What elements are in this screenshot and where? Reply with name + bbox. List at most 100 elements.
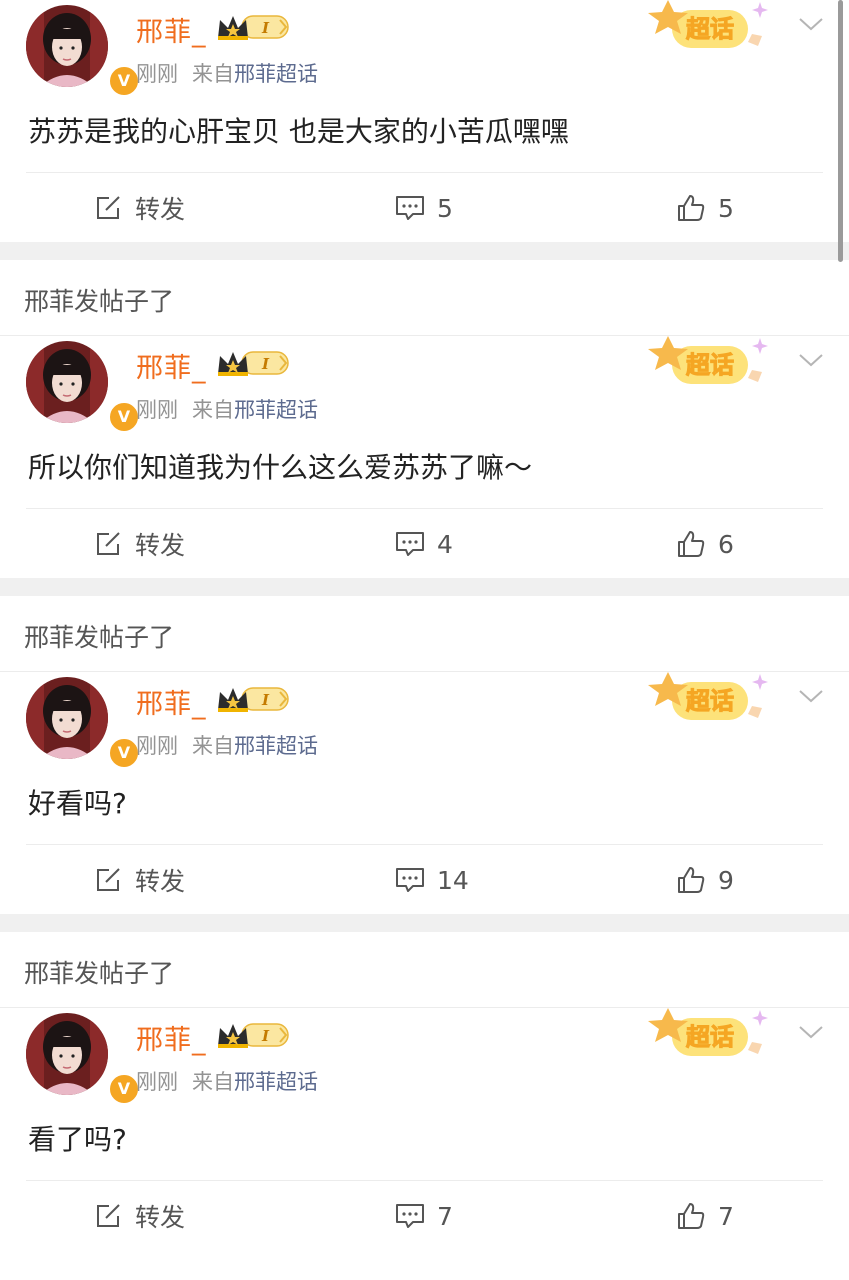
comment-count: 4 bbox=[437, 529, 453, 559]
like-count: 6 bbox=[718, 529, 734, 559]
action-bar: 转发 5 5 bbox=[0, 186, 849, 230]
section-gap bbox=[0, 578, 849, 596]
post-time: 刚刚 bbox=[136, 62, 178, 86]
repost-button[interactable]: 转发 bbox=[95, 1194, 185, 1238]
section-title: 邢菲发帖子了 bbox=[24, 623, 175, 652]
repost-button[interactable]: 转发 bbox=[95, 186, 185, 230]
from-label: 来自 bbox=[192, 62, 234, 86]
post-text[interactable]: 好看吗? bbox=[28, 782, 127, 822]
chaohua-badge-icon[interactable]: 超话 bbox=[648, 1008, 778, 1066]
chaohua-badge-icon[interactable]: 超话 bbox=[648, 0, 778, 58]
section-gap bbox=[0, 914, 849, 932]
chevron-down-icon[interactable] bbox=[798, 16, 824, 32]
action-bar: 转发 4 6 bbox=[0, 522, 849, 566]
avatar[interactable]: V bbox=[26, 677, 140, 769]
post-card[interactable]: V 邢菲_ I 刚刚来自邢菲超话 超话 所以你们知道我为什么这么爱苏苏了嘛～ bbox=[0, 336, 849, 578]
action-bar: 转发 7 7 bbox=[0, 1194, 849, 1238]
post-text[interactable]: 苏苏是我的心肝宝贝 也是大家的小苦瓜嘿嘿 bbox=[28, 110, 569, 150]
post-card[interactable]: V 邢菲_ I 刚刚 来自邢菲超话 超话 好看吗? 转发 14 9 bbox=[0, 672, 849, 914]
weibo-feed: V 邢菲_ I 刚刚 来自邢菲超话 超话 苏苏是我的心肝宝贝 也是大家的小苦瓜嘿嘿 bbox=[0, 0, 849, 1250]
thumbs-up-icon bbox=[678, 1203, 705, 1229]
avatar-image bbox=[26, 5, 108, 87]
svg-text:超话: 超话 bbox=[686, 687, 734, 715]
section-title: 邢菲发帖子了 bbox=[24, 959, 175, 988]
crown-level-icon[interactable]: I bbox=[216, 12, 290, 42]
section-header: 邢菲发帖子了 bbox=[0, 932, 849, 1008]
divider bbox=[26, 508, 823, 509]
avatar-image bbox=[26, 341, 108, 423]
action-bar: 转发 14 9 bbox=[0, 858, 849, 902]
crown-level-icon[interactable]: I bbox=[216, 348, 290, 378]
post-meta: 刚刚 来自邢菲超话 bbox=[136, 1066, 318, 1096]
post-meta: 刚刚 来自邢菲超话 bbox=[136, 394, 318, 424]
comment-icon bbox=[396, 196, 424, 220]
scrollbar[interactable] bbox=[838, 0, 843, 262]
comment-count: 7 bbox=[437, 1201, 453, 1231]
like-count: 7 bbox=[718, 1201, 734, 1231]
author-name[interactable]: 邢菲_ bbox=[136, 1018, 207, 1057]
post-meta: 刚刚 来自邢菲超话 bbox=[136, 58, 318, 88]
author-name[interactable]: 邢菲_ bbox=[136, 682, 207, 721]
thumbs-up-icon bbox=[678, 531, 705, 557]
divider bbox=[26, 1180, 823, 1181]
repost-button[interactable]: 转发 bbox=[95, 858, 185, 902]
section-header: 邢菲发帖子了 bbox=[0, 260, 849, 336]
post-time: 刚刚 bbox=[136, 1070, 178, 1094]
share-edit-icon bbox=[97, 868, 120, 891]
source-link[interactable]: 邢菲超话 bbox=[234, 62, 318, 86]
like-button[interactable]: 5 bbox=[676, 186, 734, 230]
repost-label: 转发 bbox=[135, 531, 186, 560]
post-meta: 刚刚 来自邢菲超话 bbox=[136, 730, 318, 760]
from-label: 来自 bbox=[192, 1070, 234, 1094]
avatar[interactable]: V bbox=[26, 1013, 140, 1105]
share-edit-icon bbox=[97, 196, 120, 219]
comment-icon bbox=[396, 868, 424, 892]
author-name[interactable]: 邢菲_ bbox=[136, 10, 207, 49]
avatar[interactable]: V bbox=[26, 341, 140, 433]
like-button[interactable]: 6 bbox=[676, 522, 734, 566]
like-count: 5 bbox=[718, 193, 734, 223]
repost-label: 转发 bbox=[135, 1203, 186, 1232]
source-link[interactable]: 邢菲超话 bbox=[234, 398, 318, 422]
post-time: 刚刚 bbox=[136, 734, 178, 758]
svg-text:I: I bbox=[261, 1027, 270, 1045]
crown-level-icon[interactable]: I bbox=[216, 1020, 290, 1050]
share-edit-icon bbox=[97, 532, 120, 555]
avatar-image bbox=[26, 1013, 108, 1095]
repost-label: 转发 bbox=[135, 195, 186, 224]
comment-button[interactable]: 4 bbox=[395, 522, 453, 566]
chevron-down-icon[interactable] bbox=[798, 688, 824, 704]
svg-text:超话: 超话 bbox=[686, 1023, 734, 1051]
comment-button[interactable]: 7 bbox=[395, 1194, 453, 1238]
post-text[interactable]: 所以你们知道我为什么这么爱苏苏了嘛～ bbox=[28, 446, 532, 486]
comment-count: 5 bbox=[437, 193, 453, 223]
chevron-down-icon[interactable] bbox=[798, 1024, 824, 1040]
author-name[interactable]: 邢菲_ bbox=[136, 346, 207, 385]
avatar[interactable]: V bbox=[26, 5, 140, 97]
post-card[interactable]: V 邢菲_ I 刚刚 来自邢菲超话 超话 看了吗? 转发 7 7 bbox=[0, 1008, 849, 1250]
source-link[interactable]: 邢菲超话 bbox=[234, 1070, 318, 1094]
crown-level-icon[interactable]: I bbox=[216, 684, 290, 714]
thumbs-up-icon bbox=[678, 867, 705, 893]
svg-text:超话: 超话 bbox=[686, 351, 734, 379]
like-button[interactable]: 9 bbox=[676, 858, 734, 902]
thumbs-up-icon bbox=[678, 195, 705, 221]
chaohua-badge-icon[interactable]: 超话 bbox=[648, 336, 778, 394]
comment-button[interactable]: 5 bbox=[395, 186, 453, 230]
like-button[interactable]: 7 bbox=[676, 1194, 734, 1238]
svg-text:I: I bbox=[261, 355, 270, 373]
chaohua-badge-icon[interactable]: 超话 bbox=[648, 672, 778, 730]
avatar-image bbox=[26, 677, 108, 759]
svg-text:I: I bbox=[261, 691, 270, 709]
post-card[interactable]: V 邢菲_ I 刚刚 来自邢菲超话 超话 苏苏是我的心肝宝贝 也是大家的小苦瓜嘿嘿 bbox=[0, 0, 849, 242]
chevron-down-icon[interactable] bbox=[798, 352, 824, 368]
divider bbox=[26, 172, 823, 173]
svg-text:超话: 超话 bbox=[686, 15, 734, 43]
comment-button[interactable]: 14 bbox=[395, 858, 469, 902]
repost-button[interactable]: 转发 bbox=[95, 522, 185, 566]
post-text[interactable]: 看了吗? bbox=[28, 1118, 127, 1158]
source-link[interactable]: 邢菲超话 bbox=[234, 734, 318, 758]
svg-text:I: I bbox=[261, 19, 270, 37]
section-header: 邢菲发帖子了 bbox=[0, 596, 849, 672]
repost-label: 转发 bbox=[135, 867, 186, 896]
